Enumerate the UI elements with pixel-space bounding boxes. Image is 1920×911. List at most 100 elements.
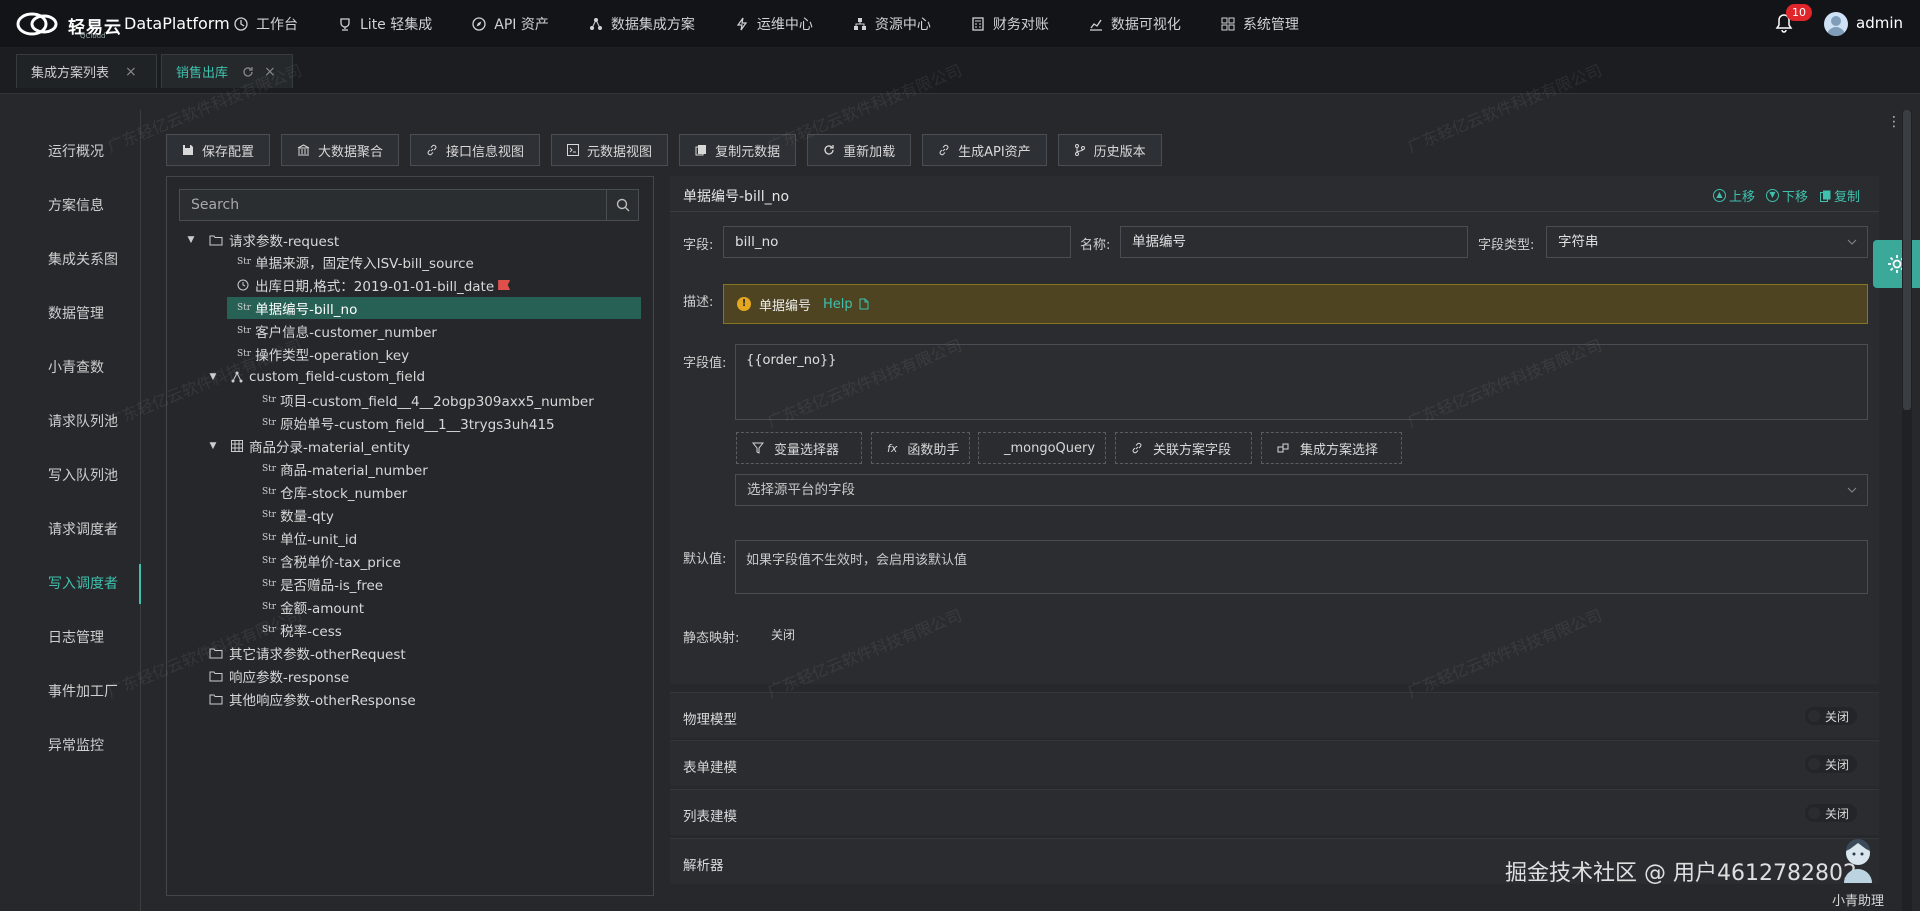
tree-node-unit-id[interactable]: Str 单位-unit_id <box>262 527 357 549</box>
bolt-icon <box>736 17 748 31</box>
source-field-placeholder: 选择源平台的字段 <box>747 482 855 498</box>
nav-resources[interactable]: 资源中心 <box>853 14 931 34</box>
tree-node-custom-field-1[interactable]: Str 原始单号-custom_field__1__3trygs3uh415 <box>262 412 555 434</box>
caret-down-icon[interactable]: ▼ <box>207 372 219 382</box>
tree-node-amount[interactable]: Str 金额-amount <box>262 596 364 618</box>
logo-icon <box>16 12 58 36</box>
tree-node-cess[interactable]: Str 税率-cess <box>262 619 342 641</box>
close-icon[interactable]: × <box>264 64 276 80</box>
sidebar-item-data[interactable]: 数据管理 <box>0 294 141 334</box>
section-physical-model[interactable]: 物理模型 关闭 <box>670 692 1879 738</box>
search-button[interactable] <box>606 190 638 220</box>
folder-icon <box>209 648 223 659</box>
tab-plan-list[interactable]: 集成方案列表 × <box>16 54 157 88</box>
copy-icon <box>1820 190 1831 202</box>
tree-node-is-free[interactable]: Str 是否赠品-is_free <box>262 573 383 595</box>
tree-node-material-number[interactable]: Str 商品-material_number <box>262 458 428 480</box>
field-type-value: 字符串 <box>1558 234 1599 250</box>
tree-node-tax-price[interactable]: Str 含税单价-tax_price <box>262 550 401 572</box>
tab-sales-outbound[interactable]: 销售出库 × <box>161 54 293 88</box>
nav-api-assets[interactable]: API 资产 <box>472 14 549 34</box>
sidebar-item-plan-info[interactable]: 方案信息 <box>0 186 141 226</box>
caret-down-icon[interactable]: ▼ <box>185 235 197 245</box>
tree-node-customer-number[interactable]: Str 客户信息-customer_number <box>237 320 437 342</box>
section-list-modeling[interactable]: 列表建模 关闭 <box>670 789 1879 835</box>
static-mapping-toggle[interactable]: 关闭 <box>751 625 803 643</box>
copy-button[interactable]: 复制 <box>1820 186 1860 205</box>
nav-integration[interactable]: 数据集成方案 <box>589 14 695 34</box>
refresh-icon[interactable] <box>242 66 254 78</box>
sidebar-item-exceptions[interactable]: 异常监控 <box>0 726 141 766</box>
user-name[interactable]: admin <box>1856 14 1903 32</box>
field-key-input[interactable]: bill_no <box>723 226 1071 258</box>
help-link[interactable]: Help <box>823 297 869 312</box>
history-version-button[interactable]: 历史版本 <box>1057 134 1162 166</box>
close-icon[interactable]: × <box>125 64 137 80</box>
tree-node-operation-key[interactable]: Str 操作类型-operation_key <box>237 343 409 365</box>
tree-node-other-request[interactable]: 其它请求参数-otherRequest <box>209 642 406 664</box>
move-up-button[interactable]: ▲ 上移 <box>1713 186 1755 205</box>
save-config-button[interactable]: 保存配置 <box>166 134 271 166</box>
field-type-select[interactable]: 字符串 <box>1546 226 1868 258</box>
copy-metadata-button[interactable]: 复制元数据 <box>679 134 797 166</box>
nav-workbench[interactable]: 工作台 <box>234 14 298 34</box>
nav-system[interactable]: 系统管理 <box>1221 14 1299 34</box>
button-label: 大数据聚合 <box>318 144 384 160</box>
tree-node-bill-date[interactable]: 出库日期,格式：2019-01-01-bill_date <box>237 274 511 296</box>
sidebar-item-events[interactable]: 事件加工厂 <box>0 672 141 712</box>
related-plan-field-button[interactable]: 关联方案字段 <box>1115 432 1252 464</box>
scrollbar-thumb[interactable] <box>1903 110 1911 410</box>
string-type-icon: Str <box>262 510 277 520</box>
tree-node-custom-field-4[interactable]: Str 项目-custom_field__4__2obgp309axx5_num… <box>262 389 594 411</box>
field-name-input[interactable]: 单据编号 <box>1120 226 1468 258</box>
section-toggle[interactable]: 关闭 <box>1805 707 1858 725</box>
nav-lite[interactable]: Lite 轻集成 <box>338 14 432 34</box>
sidebar-item-overview[interactable]: 运行概况 <box>0 132 141 172</box>
search-input[interactable] <box>180 190 602 220</box>
tree-node-response[interactable]: 响应参数-response <box>209 665 349 687</box>
app-name: DataPlatform <box>124 14 230 33</box>
tree-node-custom-field[interactable]: ▼ custom_field-custom_field <box>207 366 426 388</box>
nav-visualization[interactable]: 数据可视化 <box>1089 14 1181 34</box>
sidebar-item-relation[interactable]: 集成关系图 <box>0 240 141 280</box>
source-field-select[interactable]: 选择源平台的字段 <box>735 474 1868 506</box>
caret-down-icon[interactable]: ▼ <box>207 441 219 451</box>
integration-plan-select-button[interactable]: 集成方案选择 <box>1261 432 1402 464</box>
reload-button[interactable]: 重新加载 <box>807 134 912 166</box>
sidebar-item-query[interactable]: 小青查数 <box>0 348 141 388</box>
avatar[interactable] <box>1824 12 1848 36</box>
function-helper-button[interactable]: fx 函数助手 <box>871 432 970 464</box>
tab-label: 销售出库 <box>176 66 229 81</box>
sidebar-item-request-queue[interactable]: 请求队列池 <box>0 402 141 442</box>
section-form-modeling[interactable]: 表单建模 关闭 <box>670 740 1879 786</box>
tree-node-label: 数量-qty <box>280 509 334 525</box>
mongo-query-button[interactable]: _mongoQuery <box>978 432 1106 464</box>
section-toggle[interactable]: 关闭 <box>1805 804 1858 822</box>
sidebar-item-logs[interactable]: 日志管理 <box>0 618 141 658</box>
metadata-view-button[interactable]: 元数据视图 <box>551 134 669 166</box>
tree-node-qty[interactable]: Str 数量-qty <box>262 504 334 526</box>
nav-ops[interactable]: 运维中心 <box>735 14 813 34</box>
move-down-button[interactable]: ▼ 下移 <box>1766 186 1808 205</box>
tree-node-bill-source[interactable]: Str 单据来源，固定传入ISV-bill_source <box>237 251 474 273</box>
tree-node-bill-no[interactable]: Str 单据编号-bill_no <box>227 297 641 319</box>
more-icon[interactable]: ⋮ <box>1887 114 1901 130</box>
tree-node-other-response[interactable]: 其他响应参数-otherResponse <box>209 688 416 710</box>
generate-api-asset-button[interactable]: 生成API资产 <box>922 134 1047 166</box>
tree-node-request[interactable]: ▼ 请求参数-request <box>185 229 340 251</box>
page-scrollbar[interactable] <box>1902 110 1912 911</box>
field-value-textarea[interactable]: {{order_no}} <box>735 344 1868 420</box>
settings-float-button[interactable] <box>1873 240 1920 288</box>
default-value-textarea[interactable]: 如果字段值不生效时，会启用该默认值 <box>735 540 1868 594</box>
tree-node-stock-number[interactable]: Str 仓库-stock_number <box>262 481 407 503</box>
sidebar-item-write-scheduler[interactable]: 写入调度者 <box>0 564 141 604</box>
tree-node-material-entity[interactable]: ▼ 商品分录-material_entity <box>207 435 410 457</box>
sidebar-item-write-queue[interactable]: 写入队列池 <box>0 456 141 496</box>
nav-finance[interactable]: 财务对账 <box>971 14 1049 34</box>
section-toggle[interactable]: 关闭 <box>1805 755 1858 773</box>
big-data-aggregate-button[interactable]: 大数据聚合 <box>281 134 400 166</box>
sidebar-item-request-scheduler[interactable]: 请求调度者 <box>0 510 141 550</box>
variable-selector-button[interactable]: 变量选择器 <box>736 432 862 464</box>
api-info-view-button[interactable]: 接口信息视图 <box>410 134 541 166</box>
assistant-avatar-icon[interactable] <box>1830 833 1886 889</box>
